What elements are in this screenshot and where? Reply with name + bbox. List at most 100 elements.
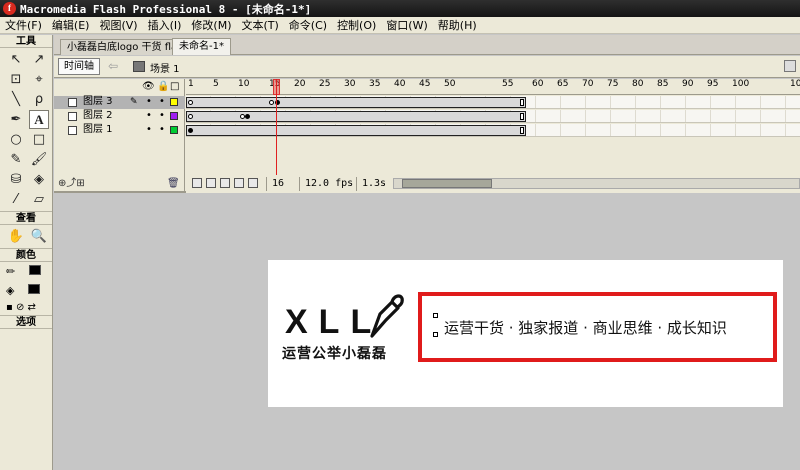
- center-frame-icon[interactable]: [192, 178, 202, 188]
- eye-icon[interactable]: 👁: [142, 81, 155, 92]
- zoom-icon[interactable]: 🔍: [29, 227, 49, 246]
- lock-dot[interactable]: •: [159, 96, 165, 108]
- keyframe[interactable]: [188, 128, 193, 133]
- layer-panel: 👁 🔒 □ 图层 3 ✎ • • 图层 2 • • 图层 1 • • ⊕⤴⊞ 🗑: [54, 79, 185, 193]
- ink-bottle-icon[interactable]: ⛁: [6, 170, 26, 189]
- ruler-tick: 45: [419, 79, 431, 89]
- rect-icon[interactable]: □: [29, 130, 49, 149]
- timeline-toggle-button[interactable]: 时间轴: [58, 58, 100, 75]
- ruler-tick: 25: [319, 79, 331, 89]
- frame-row-3[interactable]: [186, 96, 800, 109]
- brush-icon[interactable]: 🖌: [29, 150, 49, 169]
- visible-dot[interactable]: •: [146, 124, 152, 136]
- outline-icon[interactable]: □: [170, 81, 179, 92]
- pencil-icon[interactable]: ✎: [6, 150, 26, 169]
- frame-rate: 12.0 fps: [299, 177, 353, 191]
- stroke-color-swatch[interactable]: [28, 265, 41, 275]
- timeline-scroll-thumb[interactable]: [402, 179, 492, 188]
- tools-grid: ↖ ↗ ⊡ ⌖ ╲ ρ ✒ A ○ □ ✎ 🖌 ⛁ ◈ ⁄ ▱: [0, 48, 52, 211]
- oval-icon[interactable]: ○: [6, 130, 26, 149]
- ruler-tick: 10: [238, 79, 250, 89]
- menu-edit[interactable]: 编辑(E): [47, 17, 95, 34]
- layer-icon: [68, 126, 77, 135]
- end-frame[interactable]: [520, 113, 524, 120]
- lock-icon[interactable]: 🔒: [157, 81, 169, 92]
- menu-help[interactable]: 帮助(H): [433, 17, 482, 34]
- hand-icon[interactable]: ✋: [6, 227, 26, 246]
- transform-handle[interactable]: [433, 313, 438, 318]
- end-frame[interactable]: [520, 99, 524, 106]
- transform-handle[interactable]: [433, 332, 438, 337]
- fill-color-swatch[interactable]: [27, 284, 40, 294]
- stage-area[interactable]: XLL 运营公举小磊磊 运营干货 · 独家报道 · 商业思维 · 成长知识: [54, 195, 800, 470]
- end-frame[interactable]: [520, 127, 524, 134]
- lasso-icon[interactable]: ⌖: [29, 70, 49, 89]
- visible-dot[interactable]: •: [146, 110, 152, 122]
- menu-view[interactable]: 视图(V): [94, 17, 142, 34]
- edit-multiple-icon[interactable]: [234, 178, 244, 188]
- free-transform-icon[interactable]: ⊡: [6, 70, 26, 89]
- ruler-tick: 50: [444, 79, 456, 89]
- edit-pencil-icon: ✎: [130, 97, 138, 107]
- black-white-icon[interactable]: ▪: [6, 302, 13, 313]
- frame-span[interactable]: [186, 111, 526, 122]
- ruler-tick: 60: [532, 79, 544, 89]
- menu-commands[interactable]: 命令(C): [284, 17, 332, 34]
- back-arrow-icon[interactable]: ⇦: [108, 59, 118, 73]
- onion-outline-icon[interactable]: [220, 178, 230, 188]
- no-color-icon[interactable]: ⊘: [16, 302, 24, 313]
- menu-window[interactable]: 窗口(W): [381, 17, 432, 34]
- delete-layer-icon[interactable]: 🗑: [167, 178, 180, 189]
- menu-modify[interactable]: 修改(M): [186, 17, 236, 34]
- layer-row-2[interactable]: 图层 2 • •: [54, 110, 185, 123]
- menu-insert[interactable]: 插入(I): [143, 17, 187, 34]
- pen-icon[interactable]: ✒: [6, 110, 26, 129]
- title-bar: f Macromedia Flash Professional 8 - [未命名…: [0, 0, 800, 17]
- lasso2-icon[interactable]: ρ: [29, 90, 49, 109]
- layer-color-box[interactable]: [170, 112, 178, 120]
- playhead-line[interactable]: [276, 79, 277, 175]
- keyframe[interactable]: [245, 114, 250, 119]
- lock-dot[interactable]: •: [159, 110, 165, 122]
- swap-colors-icon[interactable]: ⇄: [28, 302, 36, 313]
- visible-dot[interactable]: •: [146, 96, 152, 108]
- layer-row-3[interactable]: 图层 3 ✎ • •: [54, 96, 185, 109]
- keyframe[interactable]: [188, 100, 193, 105]
- paint-bucket-icon[interactable]: ◈: [29, 170, 49, 189]
- subselect-icon[interactable]: ↗: [29, 50, 49, 69]
- edit-symbols-icon[interactable]: [784, 60, 796, 72]
- fill-color-row: ◈: [0, 281, 52, 300]
- lock-dot[interactable]: •: [159, 124, 165, 136]
- eyedropper-icon[interactable]: ⁄: [6, 190, 26, 209]
- frame-span[interactable]: [186, 97, 526, 108]
- eraser-icon[interactable]: ▱: [29, 190, 49, 209]
- text-icon[interactable]: A: [29, 110, 49, 129]
- frames-area[interactable]: 1 5 10 15 20 25 30 35 40 45 50 55 60 65 …: [186, 79, 800, 175]
- slogan-text[interactable]: 运营干货 · 独家报道 · 商业思维 · 成长知识: [444, 317, 727, 338]
- logo-subtitle[interactable]: 运营公举小磊磊: [282, 343, 387, 363]
- layer-color-box[interactable]: [170, 98, 178, 106]
- menu-file[interactable]: 文件(F): [0, 17, 47, 34]
- frame-row-2[interactable]: [186, 110, 800, 123]
- layer-color-box[interactable]: [170, 126, 178, 134]
- current-frame: 16: [266, 177, 284, 191]
- add-layer-icons[interactable]: ⊕⤴⊞: [58, 174, 85, 189]
- tab-logo-fla[interactable]: 小磊磊白底logo 干货 fla*: [60, 39, 190, 55]
- menu-text[interactable]: 文本(T): [236, 17, 283, 34]
- frame-row-1[interactable]: [186, 124, 800, 137]
- stage-canvas[interactable]: XLL 运营公举小磊磊 运营干货 · 独家报道 · 商业思维 · 成长知识: [268, 260, 783, 407]
- color-buttons-row: ▪ ⊘ ⇄: [0, 300, 52, 315]
- keyframe[interactable]: [188, 114, 193, 119]
- onion-markers-icon[interactable]: [248, 178, 258, 188]
- ruler-tick: 55: [502, 79, 514, 89]
- flash-app-icon[interactable]: f: [3, 2, 16, 15]
- onion-skin-icon[interactable]: [206, 178, 216, 188]
- arrow-icon[interactable]: ↖: [6, 50, 26, 69]
- tab-untitled[interactable]: 未命名-1*: [172, 38, 231, 55]
- frame-span[interactable]: [186, 125, 526, 136]
- frame-status-bar: 16 12.0 fps 1.3s: [186, 176, 800, 193]
- keyframe[interactable]: [269, 100, 274, 105]
- menu-control[interactable]: 控制(O): [332, 17, 381, 34]
- layer-row-1[interactable]: 图层 1 • •: [54, 124, 185, 137]
- line-icon[interactable]: ╲: [6, 90, 26, 109]
